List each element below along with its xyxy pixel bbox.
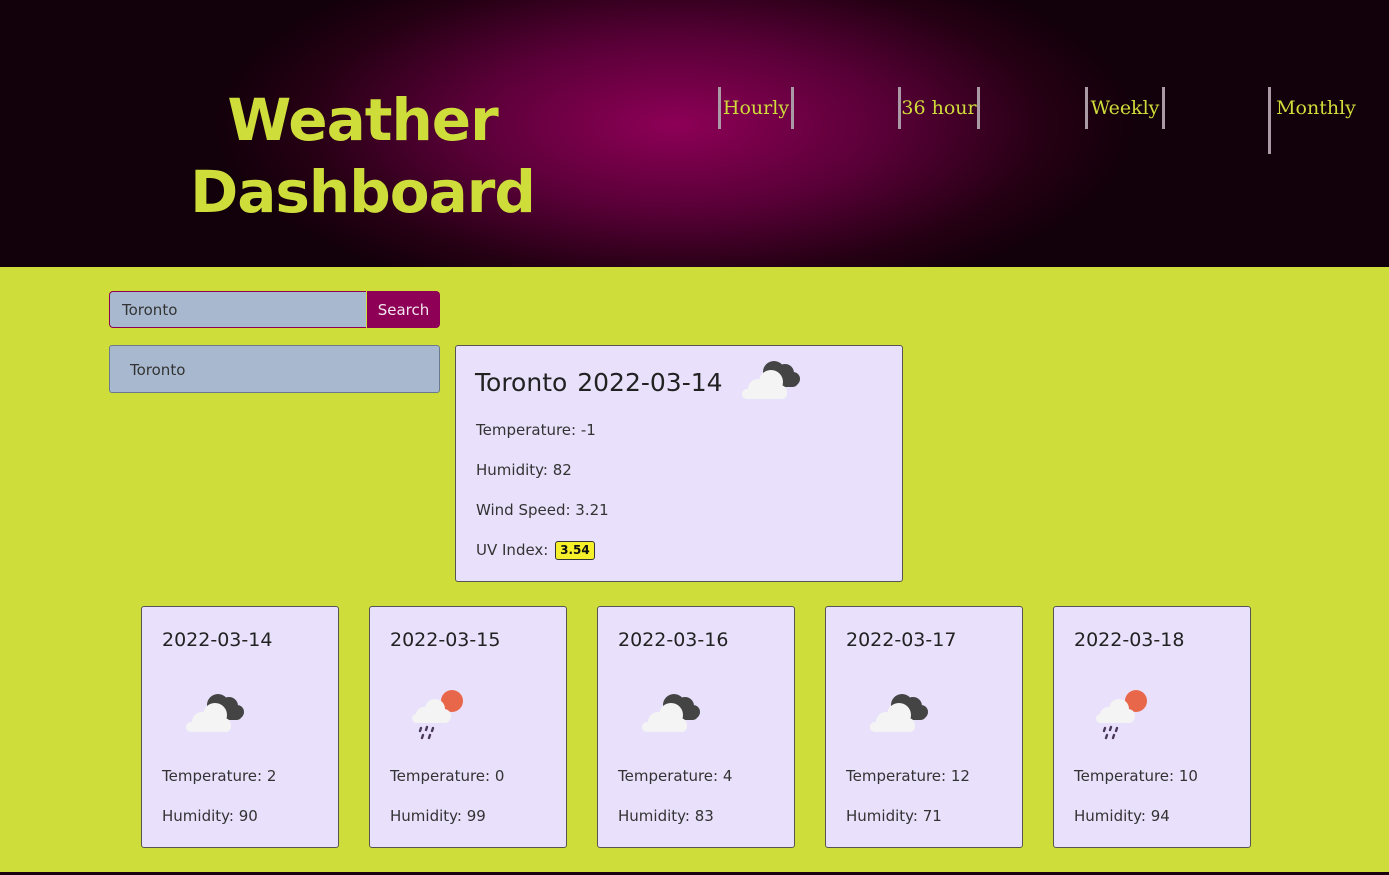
cloudy-icon <box>642 694 700 732</box>
search-input[interactable] <box>109 291 366 328</box>
nav-hourly[interactable]: Hourly <box>718 87 794 129</box>
forecast-date: 2022-03-15 <box>390 629 501 651</box>
forecast-date: 2022-03-18 <box>1074 629 1185 651</box>
current-wind-speed: Wind Speed: 3.21 <box>476 501 609 519</box>
nav-weekly[interactable]: Weekly <box>1085 87 1165 129</box>
current-weather-card: Toronto 2022-03-14 Temperature: -1 Humid… <box>455 345 903 582</box>
forecast-humidity: Humidity: 90 <box>162 807 258 825</box>
title-line-1: Weather <box>227 86 498 154</box>
forecast-date: 2022-03-16 <box>618 629 729 651</box>
nav-monthly[interactable]: Monthly <box>1268 87 1361 154</box>
forecast-humidity: Humidity: 99 <box>390 807 486 825</box>
nav-36-hour[interactable]: 36 hour <box>898 87 980 129</box>
current-temperature: Temperature: -1 <box>476 421 596 439</box>
uv-badge: 3.54 <box>555 541 595 560</box>
forecast-temperature: Temperature: 10 <box>1074 767 1198 785</box>
rain-sun-icon <box>1096 690 1147 740</box>
forecast-card: 2022-03-15 Temperature: 0 Humidity: 99 <box>369 606 567 848</box>
forecast-card: 2022-03-16 Temperature: 4 Humidity: 83 <box>597 606 795 848</box>
forecast-date: 2022-03-14 <box>162 629 273 651</box>
cloudy-icon <box>742 361 800 399</box>
forecast-card: 2022-03-17 Temperature: 12 Humidity: 71 <box>825 606 1023 848</box>
current-title: Toronto 2022-03-14 <box>475 368 723 397</box>
page-header: Weather Dashboard Hourly 36 hour Weekly … <box>0 0 1389 267</box>
current-humidity: Humidity: 82 <box>476 461 572 479</box>
cloudy-icon <box>186 694 244 732</box>
forecast-temperature: Temperature: 2 <box>162 767 277 785</box>
current-date: 2022-03-14 <box>577 368 723 397</box>
forecast-date: 2022-03-17 <box>846 629 957 651</box>
forecast-humidity: Humidity: 71 <box>846 807 942 825</box>
uv-label: UV Index: <box>476 541 549 559</box>
cloudy-icon <box>870 694 928 732</box>
current-city: Toronto <box>475 368 568 397</box>
rain-sun-icon <box>412 690 463 740</box>
history-item-toronto[interactable]: Toronto <box>109 345 440 393</box>
forecast-temperature: Temperature: 12 <box>846 767 970 785</box>
forecast-humidity: Humidity: 83 <box>618 807 714 825</box>
page-title: Weather Dashboard <box>190 84 536 228</box>
forecast-card: 2022-03-18 Temperature: 10 Humidity: 94 <box>1053 606 1251 848</box>
forecast-card: 2022-03-14 Temperature: 2 Humidity: 90 <box>141 606 339 848</box>
forecast-temperature: Temperature: 4 <box>618 767 733 785</box>
forecast-humidity: Humidity: 94 <box>1074 807 1170 825</box>
search-button[interactable]: Search <box>367 291 440 328</box>
title-line-2: Dashboard <box>190 158 536 226</box>
current-uv-index: UV Index: 3.54 <box>476 541 595 560</box>
forecast-temperature: Temperature: 0 <box>390 767 505 785</box>
